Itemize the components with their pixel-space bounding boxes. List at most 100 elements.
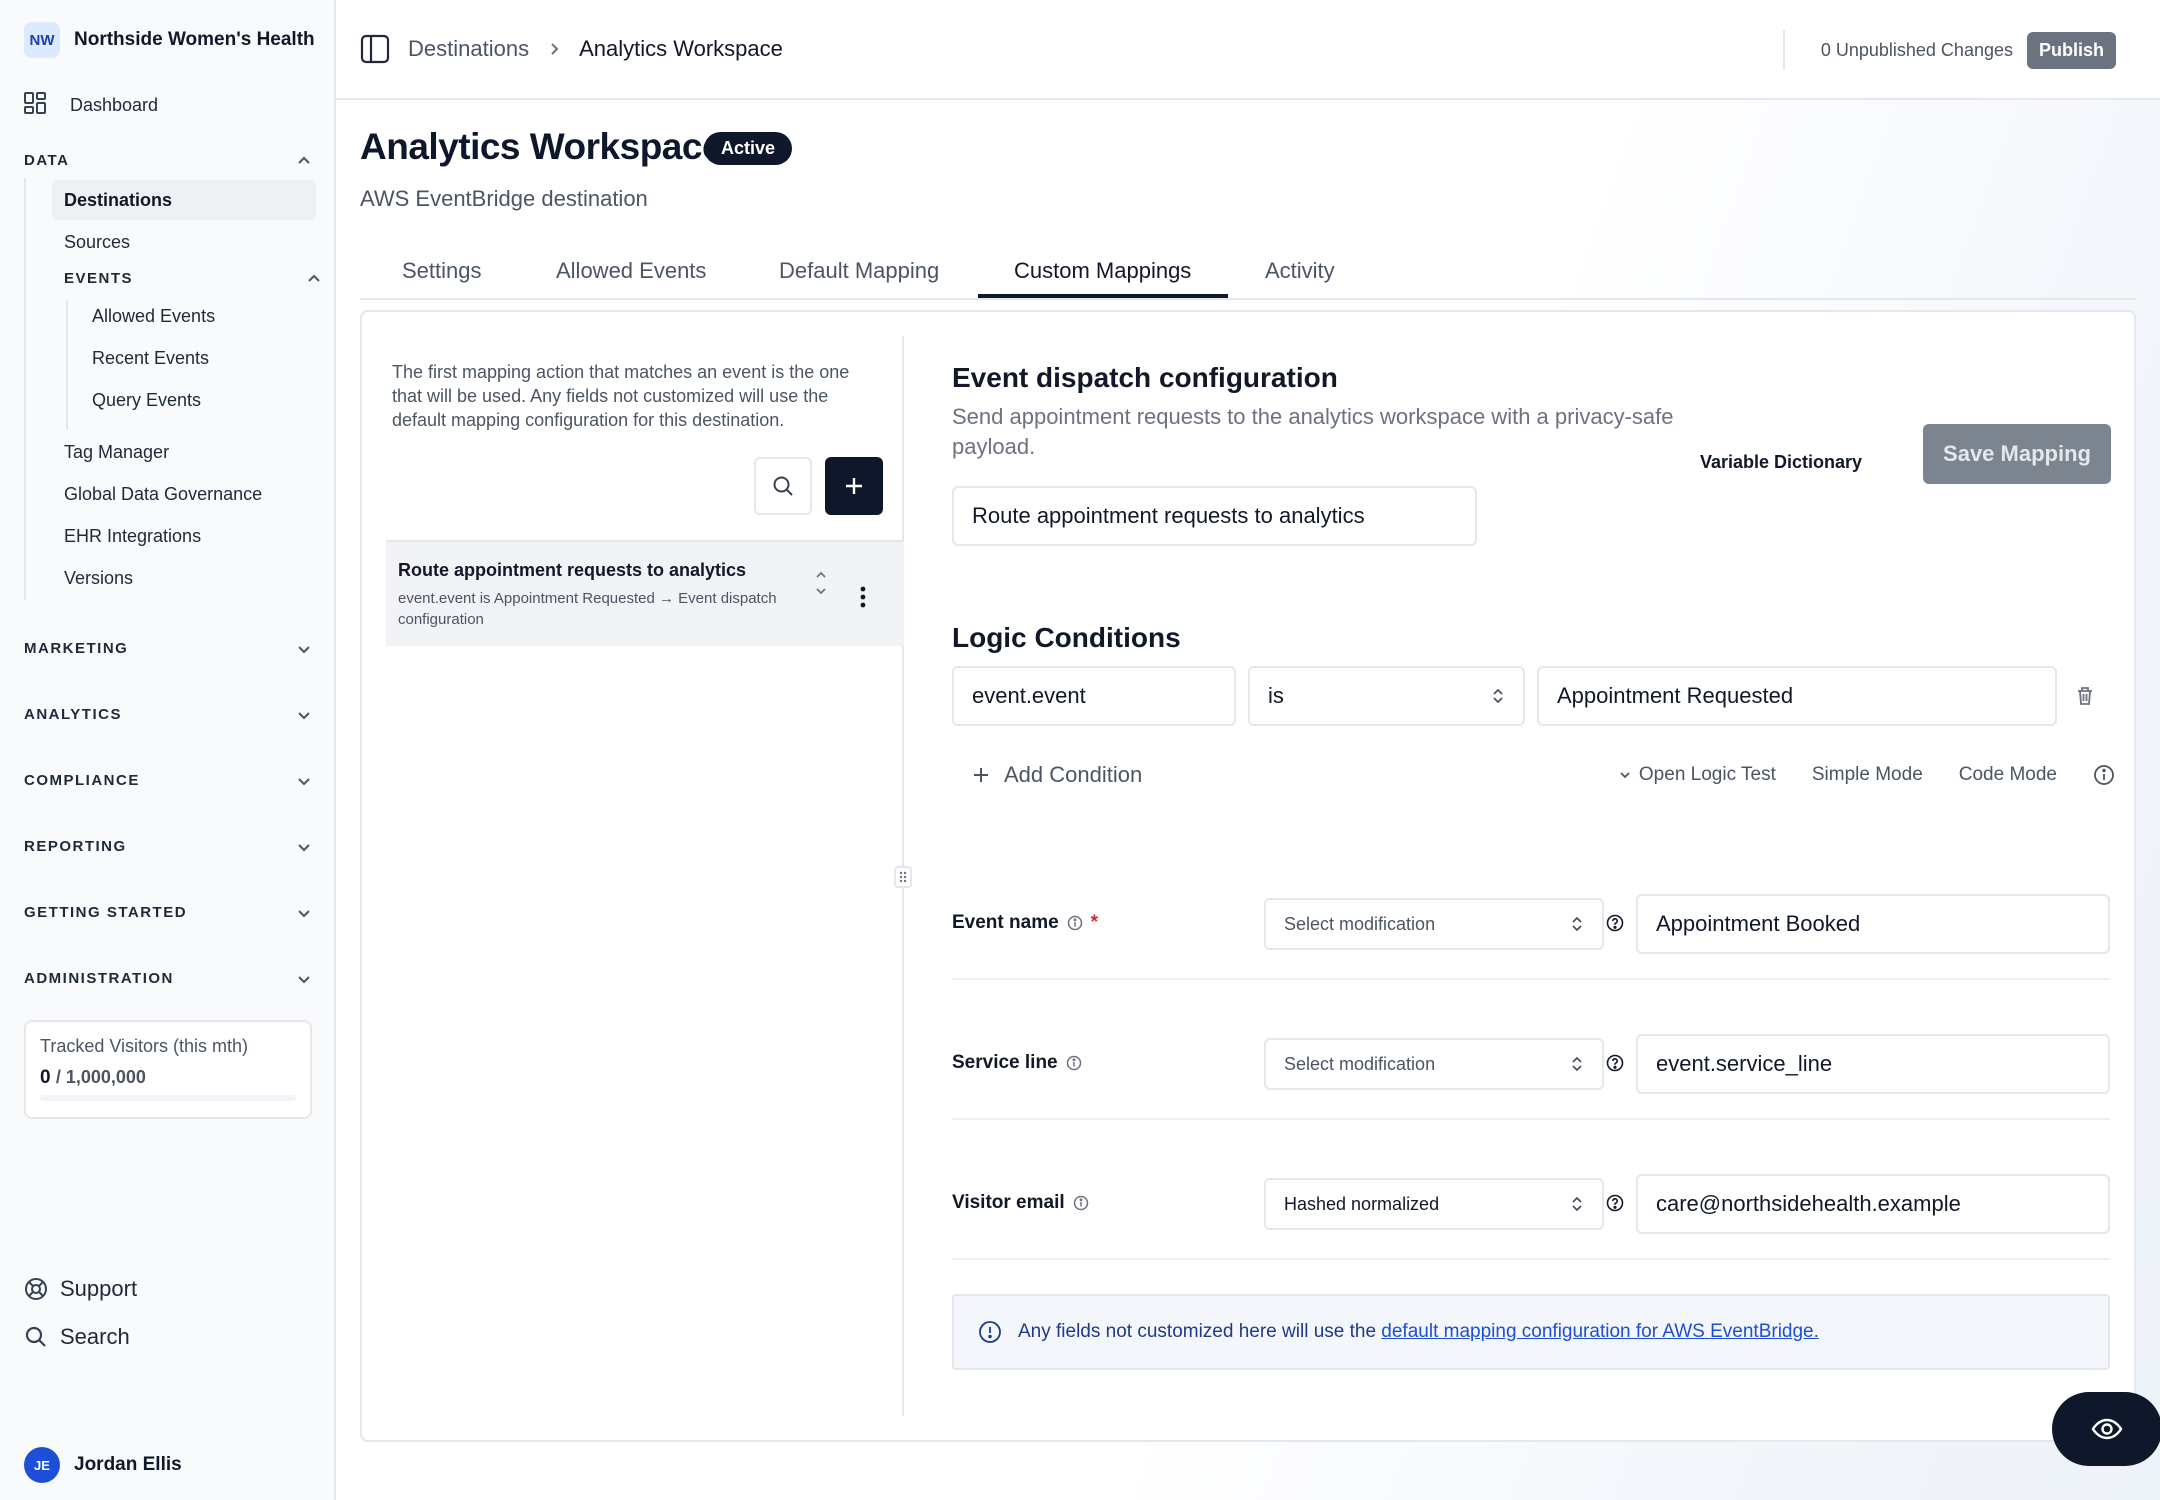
- tracked-visitors-count: 0 / 1,000,000: [40, 1067, 296, 1089]
- info-icon[interactable]: [1067, 915, 1083, 931]
- grip-icon: [899, 871, 907, 883]
- visitor-email-value-input[interactable]: care@northsidehealth.example: [1636, 1174, 2110, 1234]
- nav-dashboard[interactable]: Dashboard: [24, 92, 158, 119]
- section-getting-started[interactable]: GETTING STARTED: [24, 904, 312, 921]
- chevron-right-icon: [551, 43, 559, 55]
- section-reporting[interactable]: REPORTING: [24, 838, 312, 855]
- required-marker: *: [1090, 912, 1099, 933]
- sidebar-item-versions[interactable]: Versions: [52, 558, 316, 598]
- search-label: Search: [60, 1324, 130, 1349]
- select-chevron-icon: [1572, 916, 1582, 932]
- sidebar-item-tag-manager[interactable]: Tag Manager: [52, 432, 316, 472]
- select-chevron-icon: [1572, 1056, 1582, 1072]
- more-vertical-icon[interactable]: [860, 586, 866, 608]
- visitor-email-modification-select[interactable]: Hashed normalized: [1264, 1178, 1604, 1230]
- add-condition-button[interactable]: Add Condition: [972, 762, 1142, 788]
- avatar: JE: [24, 1447, 60, 1483]
- tab-settings[interactable]: Settings: [402, 258, 482, 284]
- sidebar-item-global-data-governance[interactable]: Global Data Governance: [52, 474, 316, 514]
- move-up-icon[interactable]: [814, 570, 828, 580]
- help-circle-icon[interactable]: [1606, 1194, 1624, 1212]
- chevron-down-icon: [298, 645, 310, 653]
- chevron-down-icon: [298, 975, 310, 983]
- plus-icon: [974, 768, 988, 782]
- breadcrumb-destinations[interactable]: Destinations: [408, 36, 529, 62]
- info-icon[interactable]: [1066, 1055, 1082, 1071]
- sidebar-item-sources[interactable]: Sources: [52, 222, 316, 262]
- service-line-modification-select[interactable]: Select modification: [1264, 1038, 1604, 1090]
- default-mapping-link[interactable]: default mapping configuration for AWS Ev…: [1381, 1321, 1819, 1342]
- data-subtree: Destinations Sources EVENTS Allowed Even…: [24, 178, 324, 600]
- tab-custom-mappings[interactable]: Custom Mappings: [1014, 258, 1191, 284]
- publish-button[interactable]: Publish: [2026, 31, 2116, 69]
- search-mappings-button[interactable]: [754, 457, 812, 515]
- section-marketing[interactable]: MARKETING: [24, 640, 312, 657]
- mapping-row-label-event-name: Event name *: [952, 912, 1098, 934]
- service-line-value-input[interactable]: event.service_line: [1636, 1034, 2110, 1094]
- toggle-sidebar-icon[interactable]: [360, 34, 390, 69]
- rule-reorder: [814, 570, 828, 596]
- section-administration[interactable]: ADMINISTRATION: [24, 970, 312, 987]
- panel-resize-handle[interactable]: [894, 866, 912, 888]
- section-events-label: EVENTS: [64, 270, 134, 287]
- search-link[interactable]: Search: [24, 1324, 130, 1350]
- open-logic-test-button[interactable]: Open Logic Test: [1619, 764, 1776, 786]
- sidebar-item-allowed-events[interactable]: Allowed Events: [92, 306, 215, 327]
- sidebar-item-query-events[interactable]: Query Events: [92, 390, 201, 411]
- section-reporting-label: REPORTING: [24, 838, 127, 855]
- condition-operator-select[interactable]: is: [1248, 666, 1525, 726]
- simple-mode-button[interactable]: Simple Mode: [1812, 764, 1923, 786]
- divider: [1782, 30, 1785, 70]
- rule-description: event.event is Appointment Requested → E…: [398, 590, 777, 628]
- info-icon[interactable]: [2093, 764, 2115, 786]
- breadcrumb-current: Analytics Workspace: [579, 36, 783, 61]
- add-mapping-button[interactable]: [825, 457, 883, 515]
- info-icon[interactable]: [1073, 1195, 1089, 1211]
- config-title: Event dispatch configuration: [952, 362, 1338, 393]
- help-circle-icon[interactable]: [1606, 914, 1624, 932]
- unpublished-changes: 0 Unpublished Changes: [1820, 39, 2013, 60]
- tab-allowed-events[interactable]: Allowed Events: [556, 258, 706, 284]
- mapping-rule-item[interactable]: Route appointment requests to analytics …: [386, 540, 904, 646]
- move-down-icon[interactable]: [814, 586, 828, 596]
- sidebar-item-ehr-integrations[interactable]: EHR Integrations: [52, 516, 316, 556]
- event-name-value-input[interactable]: Appointment Booked: [1636, 894, 2110, 954]
- trash-icon[interactable]: [2076, 686, 2094, 706]
- page-title: Analytics Workspace: [360, 126, 723, 167]
- modification-value: Hashed normalized: [1284, 1193, 1440, 1214]
- tracked-visitors-label: Tracked Visitors (this mth): [40, 1036, 249, 1056]
- help-circle-icon[interactable]: [1606, 1054, 1624, 1072]
- tab-activity[interactable]: Activity: [1265, 258, 1335, 284]
- chevron-up-icon: [308, 274, 320, 282]
- mapping-name-input[interactable]: Route appointment requests to analytics: [952, 486, 1477, 546]
- logic-title: Logic Conditions: [952, 622, 1181, 653]
- nav-dashboard-label: Dashboard: [70, 95, 159, 115]
- config-description: Send appointment requests to the analyti…: [952, 404, 1674, 459]
- preview-fab[interactable]: [2052, 1392, 2160, 1466]
- section-data-label: DATA: [24, 152, 70, 169]
- search-icon: [25, 1326, 46, 1347]
- org-avatar: NW: [24, 22, 60, 58]
- code-mode-button[interactable]: Code Mode: [1959, 764, 2057, 786]
- sidebar-item-recent-events[interactable]: Recent Events: [92, 348, 209, 369]
- visitor-email-label: Visitor email: [952, 1192, 1065, 1213]
- condition-field-input[interactable]: event.event: [952, 666, 1236, 726]
- section-analytics[interactable]: ANALYTICS: [24, 706, 312, 723]
- org-switcher[interactable]: NW Northside Women's Health: [24, 22, 315, 58]
- section-events[interactable]: EVENTS: [52, 270, 322, 287]
- section-compliance[interactable]: COMPLIANCE: [24, 772, 312, 789]
- save-mapping-button[interactable]: Save Mapping: [1923, 424, 2111, 484]
- event-name-modification-select[interactable]: Select modification: [1264, 898, 1604, 950]
- user-menu[interactable]: JE Jordan Ellis: [24, 1447, 182, 1483]
- section-data[interactable]: DATA: [24, 152, 312, 169]
- support-link[interactable]: Support: [24, 1276, 137, 1302]
- mapping-help-text: The first mapping action that matches an…: [392, 362, 850, 430]
- chevron-down-icon: [298, 909, 310, 917]
- tab-default-mapping[interactable]: Default Mapping: [779, 258, 939, 284]
- condition-value-input[interactable]: Appointment Requested: [1537, 666, 2057, 726]
- events-subtree: Allowed Events Recent Events Query Event…: [66, 300, 306, 430]
- variable-dictionary-link[interactable]: Variable Dictionary: [1700, 452, 1862, 473]
- breadcrumb: Destinations Analytics Workspace: [408, 36, 783, 62]
- sidebar-item-destinations[interactable]: Destinations: [52, 180, 316, 220]
- visitors-progress-bar: [40, 1095, 296, 1101]
